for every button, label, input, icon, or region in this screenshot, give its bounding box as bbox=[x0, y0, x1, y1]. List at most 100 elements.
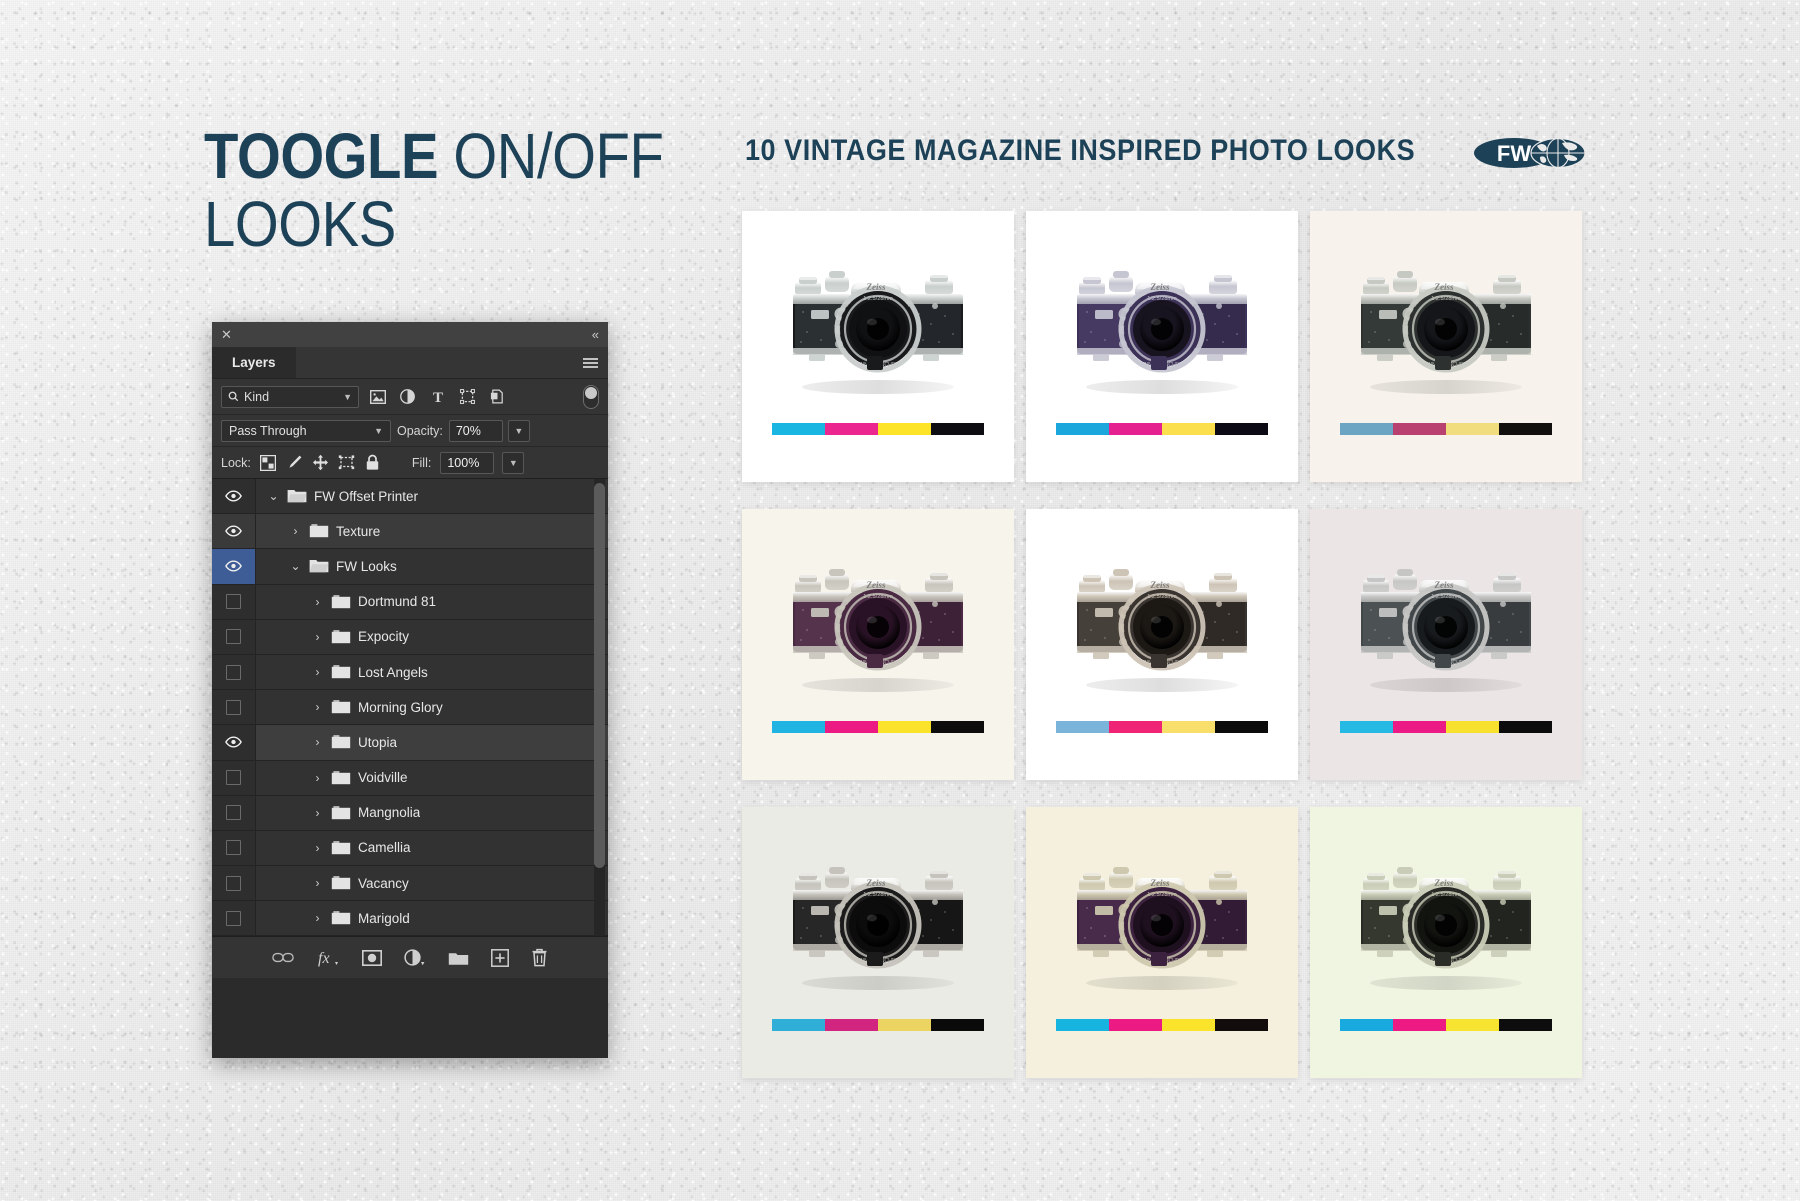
chevron-right-icon[interactable]: › bbox=[311, 911, 324, 925]
look-thumbnail[interactable]: 1:2.5/28mm ENNA MUNCHEN Zeiss Zeiss bbox=[742, 211, 1014, 482]
chevron-right-icon[interactable]: › bbox=[311, 700, 324, 714]
layer-row-body[interactable]: › Morning Glory bbox=[256, 699, 608, 715]
layer-row[interactable]: › Expocity bbox=[212, 619, 608, 655]
chevron-right-icon[interactable]: › bbox=[311, 630, 324, 644]
layer-list-scrollbar[interactable] bbox=[594, 483, 605, 868]
chevron-down-icon[interactable]: ⌄ bbox=[289, 559, 302, 573]
chevron-right-icon[interactable]: › bbox=[289, 524, 302, 538]
new-group-icon[interactable] bbox=[448, 950, 469, 966]
layer-visibility-toggle[interactable] bbox=[212, 795, 256, 830]
panel-menu-button[interactable] bbox=[573, 347, 608, 378]
layer-row-body[interactable]: ⌄ FW Looks bbox=[256, 558, 608, 574]
chevron-right-icon[interactable]: › bbox=[311, 665, 324, 679]
fill-input[interactable]: 100% bbox=[440, 451, 495, 474]
link-layers-icon[interactable] bbox=[272, 951, 294, 964]
look-thumbnail[interactable]: 1:2.5/28mm ENNA MUNCHEN Zeiss Zeiss bbox=[742, 807, 1014, 1078]
layer-row[interactable]: › Voidville bbox=[212, 760, 608, 796]
lock-artboard-icon[interactable] bbox=[338, 454, 355, 471]
chevron-right-icon[interactable]: › bbox=[311, 876, 324, 890]
layer-style-fx-icon[interactable]: fx bbox=[316, 949, 340, 967]
layer-visibility-toggle[interactable] bbox=[212, 514, 256, 549]
opacity-stepper-caret[interactable]: ▼ bbox=[507, 419, 530, 442]
chevron-right-icon[interactable]: › bbox=[311, 595, 324, 609]
adjustment-layer-icon[interactable] bbox=[404, 948, 426, 967]
look-thumbnail[interactable]: 1:2.5/28mm ENNA MUNCHEN Zeiss Zeiss bbox=[1310, 509, 1582, 780]
layer-visibility-toggle[interactable] bbox=[212, 654, 256, 690]
layer-visibility-toggle[interactable] bbox=[212, 479, 256, 514]
layer-visibility-toggle[interactable] bbox=[212, 866, 256, 901]
chevron-right-icon[interactable]: › bbox=[311, 841, 324, 855]
layer-visibility-toggle[interactable] bbox=[212, 549, 256, 584]
lock-transparency-icon[interactable] bbox=[260, 454, 277, 471]
chevron-right-icon[interactable]: › bbox=[311, 771, 324, 785]
adjustment-layer-icon[interactable] bbox=[396, 386, 419, 408]
yellow-swatch bbox=[1162, 423, 1215, 435]
layer-row[interactable]: ⌄ FW Offset Printer bbox=[212, 479, 608, 515]
lock-position-icon[interactable] bbox=[312, 454, 329, 471]
layer-row[interactable]: › Camellia bbox=[212, 830, 608, 867]
layer-visibility-toggle[interactable] bbox=[212, 760, 256, 795]
yellow-swatch bbox=[1446, 423, 1499, 435]
folder-closed-icon bbox=[331, 594, 351, 608]
cmyk-color-bar bbox=[772, 423, 984, 435]
layer-row-body[interactable]: › Expocity bbox=[256, 629, 608, 645]
layer-list[interactable]: ⌄ FW Offset Printer › Texture ⌄ FW Looks… bbox=[212, 479, 608, 936]
layer-row[interactable]: › Marigold bbox=[212, 901, 608, 936]
layer-row[interactable]: › Lost Angels bbox=[212, 654, 608, 691]
close-icon[interactable]: ✕ bbox=[221, 328, 232, 341]
layer-visibility-toggle[interactable] bbox=[212, 690, 256, 725]
layer-row[interactable]: › Dortmund 81 bbox=[212, 584, 608, 620]
layer-visibility-toggle[interactable] bbox=[212, 584, 256, 619]
opacity-input[interactable]: 70% bbox=[448, 419, 503, 442]
layer-mask-icon[interactable] bbox=[362, 949, 382, 966]
layer-row-body[interactable]: › Marigold bbox=[256, 910, 608, 926]
fill-stepper-caret[interactable]: ▼ bbox=[502, 451, 525, 474]
eye-off-icon bbox=[226, 805, 241, 821]
new-layer-icon[interactable] bbox=[491, 948, 509, 967]
smart-object-icon[interactable] bbox=[486, 386, 509, 408]
layer-row[interactable]: › Vacancy bbox=[212, 866, 608, 902]
shape-layer-icon[interactable] bbox=[456, 386, 479, 408]
layer-visibility-toggle[interactable] bbox=[212, 830, 256, 866]
layer-visibility-toggle[interactable] bbox=[212, 725, 256, 760]
layer-row-body[interactable]: › Vacancy bbox=[256, 875, 608, 891]
lock-all-icon[interactable] bbox=[364, 454, 381, 471]
layer-row-body[interactable]: ⌄ FW Offset Printer bbox=[256, 488, 608, 504]
double-chevron-left-icon[interactable]: « bbox=[592, 328, 599, 341]
folder-closed-icon bbox=[331, 734, 351, 750]
chevron-down-icon[interactable]: ⌄ bbox=[267, 489, 280, 503]
delete-layer-icon[interactable] bbox=[531, 948, 548, 967]
camera-image: 1:2.5/28mm ENNA MUNCHEN Zeiss Zeiss bbox=[793, 568, 963, 692]
layer-row[interactable]: › Mangnolia bbox=[212, 795, 608, 831]
filter-kind-select[interactable]: Kind ▼ bbox=[221, 385, 359, 408]
layer-row[interactable]: ⌄ FW Looks bbox=[212, 549, 608, 585]
layer-row[interactable]: › Morning Glory bbox=[212, 690, 608, 726]
filter-toggle-icon[interactable] bbox=[583, 384, 599, 409]
layer-row-body[interactable]: › Lost Angels bbox=[256, 664, 608, 680]
look-thumbnail[interactable]: 1:2.5/28mm ENNA MUNCHEN Zeiss Zeiss bbox=[1026, 807, 1298, 1078]
look-thumbnail[interactable]: 1:2.5/28mm ENNA MUNCHEN Zeiss Zeiss bbox=[1310, 807, 1582, 1078]
chevron-right-icon[interactable]: › bbox=[311, 735, 324, 749]
layer-visibility-toggle[interactable] bbox=[212, 619, 256, 654]
chevron-right-icon[interactable]: › bbox=[311, 806, 324, 820]
look-thumbnail[interactable]: 1:2.5/28mm ENNA MUNCHEN Zeiss Zeiss bbox=[742, 509, 1014, 780]
layer-row-body[interactable]: › Utopia bbox=[256, 734, 608, 750]
layer-row-body[interactable]: › Texture bbox=[256, 523, 608, 539]
look-thumbnail[interactable]: 1:2.5/28mm ENNA MUNCHEN Zeiss Zeiss bbox=[1026, 211, 1298, 482]
layer-row-body[interactable]: › Camellia bbox=[256, 840, 608, 856]
look-thumbnail[interactable]: 1:2.5/28mm ENNA MUNCHEN Zeiss Zeiss bbox=[1310, 211, 1582, 482]
look-thumbnail[interactable]: 1:2.5/28mm ENNA MUNCHEN Zeiss Zeiss bbox=[1026, 509, 1298, 780]
layer-row[interactable]: › Utopia bbox=[212, 725, 608, 761]
layer-name: Utopia bbox=[358, 734, 398, 750]
pixel-layer-icon[interactable] bbox=[366, 386, 389, 408]
layer-row[interactable]: › Texture bbox=[212, 514, 608, 550]
layer-visibility-toggle[interactable] bbox=[212, 901, 256, 936]
type-layer-icon[interactable]: T bbox=[426, 386, 449, 408]
tab-layers[interactable]: Layers bbox=[212, 347, 296, 378]
blend-mode-select[interactable]: Pass Through ▼ bbox=[221, 419, 391, 442]
lock-image-icon[interactable] bbox=[286, 454, 303, 471]
layer-row-body[interactable]: › Dortmund 81 bbox=[256, 594, 608, 610]
layer-row-body[interactable]: › Mangnolia bbox=[256, 805, 608, 821]
layers-panel[interactable]: ✕ « Layers Kind ▼ T Pass Through ▼ Opaci… bbox=[212, 322, 608, 1058]
layer-row-body[interactable]: › Voidville bbox=[256, 770, 608, 786]
